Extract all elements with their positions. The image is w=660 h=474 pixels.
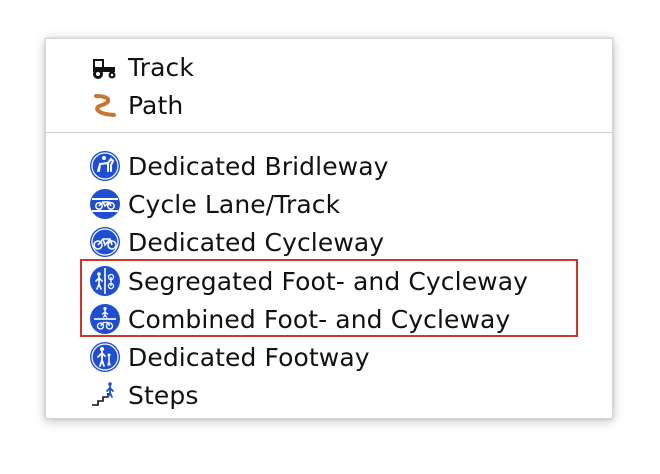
menu-item-steps[interactable]: Steps [88,378,198,412]
menu-item-label: Dedicated Bridleway [128,151,389,181]
menu-item-track[interactable]: Track [88,50,194,84]
menu-item-combined-foot-and-cycleway[interactable]: Combined Foot- and Cycleway [88,302,510,336]
path-icon [88,88,122,122]
footway-sign-icon [88,340,122,374]
combined-foot-cycleway-sign-icon [88,302,122,336]
menu-item-label: Dedicated Footway [128,342,370,372]
menu-item-label: Dedicated Cycleway [128,227,385,257]
segregated-foot-cycleway-sign-icon [88,264,122,298]
menu-item-dedicated-footway[interactable]: Dedicated Footway [88,340,370,374]
menu-item-path[interactable]: Path [88,88,183,122]
bridleway-sign-icon [88,149,122,183]
tractor-icon [88,50,122,84]
menu-item-dedicated-bridleway[interactable]: Dedicated Bridleway [88,149,389,183]
menu-item-cycle-lane-track[interactable]: Cycle Lane/Track [88,187,340,221]
popup-menu: Track Path Dedicated Bridleway Cycle Lan… [45,38,613,419]
menu-item-label: Path [128,90,184,120]
menu-item-label: Segregated Foot- and Cycleway [128,266,529,296]
menu-item-label: Track [128,52,194,82]
menu-item-label: Cycle Lane/Track [128,189,341,219]
menu-item-label: Combined Foot- and Cycleway [128,304,511,334]
menu-separator [46,132,612,133]
cycle-lane-sign-icon [88,187,122,221]
menu-item-segregated-foot-and-cycleway[interactable]: Segregated Foot- and Cycleway [88,264,528,298]
cycleway-sign-icon [88,225,122,259]
menu-item-dedicated-cycleway[interactable]: Dedicated Cycleway [88,225,384,259]
menu-item-label: Steps [128,380,199,410]
steps-icon [88,378,122,412]
